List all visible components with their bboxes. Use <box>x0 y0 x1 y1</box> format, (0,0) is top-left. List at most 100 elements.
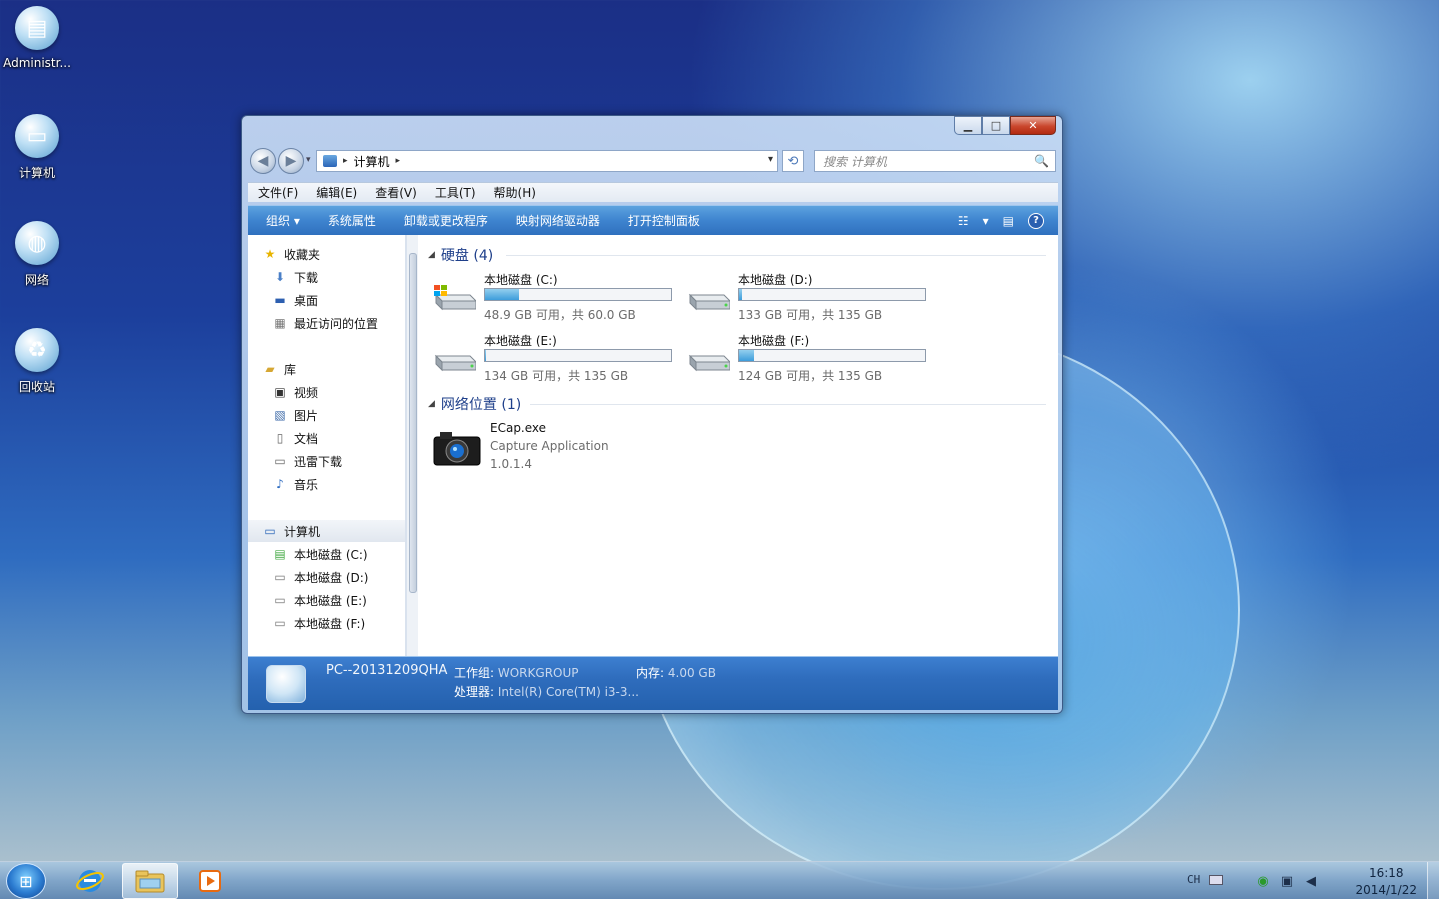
caption-buttons: ▁ □ ✕ <box>954 116 1056 135</box>
taskbar-internet-explorer[interactable] <box>62 863 118 899</box>
sidebar-scrollbar[interactable] <box>406 235 418 656</box>
open-control-panel-button[interactable]: 打开控制面板 <box>628 212 700 229</box>
navigation-pane: ★ 收藏夹 ⬇ 下载 ▬ 桌面 ▦ 最近访问的位置 ▰ 库 ▣ 视频 ▧ 图片 … <box>248 235 406 656</box>
explorer-window[interactable]: ▁ □ ✕ ◀ ▶ ▾ ▸ 计算机 ▸ ▾ ⟲ 搜索 计算机 🔍 文件(F) 编… <box>241 115 1063 714</box>
maximize-button[interactable]: □ <box>982 116 1010 135</box>
collapse-triangle-icon[interactable]: ◢ <box>428 250 435 260</box>
organize-button[interactable]: 组织 ▾ <box>266 212 300 229</box>
show-desktop-button[interactable] <box>1427 862 1439 899</box>
sidebar-item-drive-c[interactable]: ▤ 本地磁盘 (C:) <box>272 543 405 565</box>
menu-edit[interactable]: 编辑(E) <box>306 184 365 201</box>
sidebar-item-documents[interactable]: ▯ 文档 <box>272 427 405 449</box>
system-tray: CH ◉ ▣ ◀ 16:18 2014/1/22 <box>1179 862 1439 899</box>
collapse-triangle-icon[interactable]: ◢ <box>428 399 435 409</box>
back-button[interactable]: ◀ <box>250 148 276 174</box>
sidebar-item-drive-f[interactable]: ▭ 本地磁盘 (F:) <box>272 612 405 634</box>
search-icon[interactable]: 🔍 <box>1034 154 1049 168</box>
close-button[interactable]: ✕ <box>1010 116 1056 135</box>
recent-pages-dropdown[interactable]: ▾ <box>306 155 311 165</box>
system-properties-button[interactable]: 系统属性 <box>328 212 376 229</box>
network-item-ecap[interactable]: ECap.exe Capture Application 1.0.1.4 <box>432 421 692 481</box>
preview-pane-icon[interactable]: ▤ <box>1003 214 1014 228</box>
security-icon[interactable]: ◉ <box>1255 873 1271 889</box>
start-button[interactable]: ⊞ <box>6 863 46 899</box>
sidebar-item-desktop[interactable]: ▬ 桌面 <box>272 289 405 311</box>
help-icon[interactable]: ? <box>1028 212 1044 229</box>
hard-drive-icon <box>434 354 476 372</box>
hard-drive-icon: ▭ <box>274 616 286 630</box>
menu-file[interactable]: 文件(F) <box>248 184 306 201</box>
download-folder-icon: ⬇ <box>274 270 286 284</box>
sidebar-item-recent[interactable]: ▦ 最近访问的位置 <box>272 312 405 334</box>
uninstall-program-button[interactable]: 卸载或更改程序 <box>404 212 488 229</box>
network-item-description: Capture Application <box>490 439 609 453</box>
change-view-icon[interactable]: ☷ <box>958 214 969 228</box>
refresh-button[interactable]: ⟲ <box>782 150 804 172</box>
sidebar-libraries[interactable]: ▰ 库 <box>262 358 405 380</box>
address-dropdown-icon[interactable]: ▾ <box>768 154 773 165</box>
breadcrumb-separator[interactable]: ▸ <box>396 156 401 166</box>
sidebar-item-drive-d[interactable]: ▭ 本地磁盘 (D:) <box>272 566 405 588</box>
drive-name: 本地磁盘 (D:) <box>738 273 813 287</box>
music-icon: ♪ <box>276 477 284 491</box>
memory-info: 内存: 4.00 GB <box>636 664 716 681</box>
sidebar-computer[interactable]: ▭ 计算机 <box>248 520 405 542</box>
taskbar-media-player[interactable] <box>182 863 238 899</box>
drive-usage-bar <box>738 288 926 301</box>
sidebar-item-label: 库 <box>284 362 297 377</box>
clock[interactable]: 16:18 2014/1/22 <box>1355 865 1417 899</box>
recent-places-icon: ▦ <box>274 316 286 330</box>
network-tray-icon[interactable]: ▣ <box>1279 873 1295 889</box>
processor-value: Intel(R) Core(TM) i3-3... <box>497 685 639 699</box>
scrollbar-thumb[interactable] <box>409 253 417 593</box>
view-options-dropdown-icon[interactable]: ▾ <box>983 214 989 228</box>
hard-drive-icon <box>688 293 730 311</box>
section-title: 硬盘 (4) <box>440 248 494 264</box>
sidebar-item-music[interactable]: ♪ 音乐 <box>272 473 405 495</box>
folder-icon: ▭ <box>274 454 286 468</box>
menu-help[interactable]: 帮助(H) <box>484 184 544 201</box>
details-pane: PC--20131209QHA 工作组: WORKGROUP 内存: 4.00 … <box>248 656 1058 710</box>
forward-button[interactable]: ▶ <box>278 148 304 174</box>
sidebar-item-label: 迅雷下载 <box>294 454 343 469</box>
desktop-icon-network[interactable]: ◍ 网络 <box>0 221 74 288</box>
drive-tile-c[interactable]: 本地磁盘 (C:) 48.9 GB 可用，共 60.0 GB <box>432 271 682 327</box>
workgroup-info: 工作组: WORKGROUP <box>454 664 579 681</box>
keyboard-icon[interactable] <box>1209 875 1223 885</box>
desktop-icon-administrator[interactable]: ▤ Administr... <box>0 6 74 70</box>
desktop-icon-label: 计算机 <box>18 166 55 180</box>
search-input[interactable]: 搜索 计算机 🔍 <box>814 150 1056 172</box>
address-bar[interactable]: ▸ 计算机 ▸ ▾ <box>316 150 778 172</box>
drive-tile-e[interactable]: 本地磁盘 (E:) 134 GB 可用，共 135 GB <box>432 332 682 388</box>
sidebar-item-label: 计算机 <box>284 524 321 539</box>
section-header-hard-disks[interactable]: ◢ 硬盘 (4) <box>428 245 493 265</box>
breadcrumb-computer[interactable]: 计算机 <box>354 153 390 170</box>
section-title: 网络位置 (1) <box>440 397 522 413</box>
drive-tile-d[interactable]: 本地磁盘 (D:) 133 GB 可用，共 135 GB <box>686 271 936 327</box>
sidebar-item-thunder-downloads[interactable]: ▭ 迅雷下载 <box>272 450 405 472</box>
drive-usage-bar <box>484 288 672 301</box>
drive-free-space: 48.9 GB 可用，共 60.0 GB <box>484 308 636 322</box>
menu-view[interactable]: 查看(V) <box>365 184 425 201</box>
drive-tile-f[interactable]: 本地磁盘 (F:) 124 GB 可用，共 135 GB <box>686 332 936 388</box>
menu-tools[interactable]: 工具(T) <box>425 184 484 201</box>
map-network-drive-button[interactable]: 映射网络驱动器 <box>516 212 600 229</box>
breadcrumb-separator[interactable]: ▸ <box>343 156 348 166</box>
minimize-button[interactable]: ▁ <box>954 116 982 135</box>
sidebar-item-downloads[interactable]: ⬇ 下载 <box>272 266 405 288</box>
section-divider <box>530 404 1046 405</box>
desktop-icon-label: 网络 <box>24 273 49 287</box>
sidebar-item-pictures[interactable]: ▧ 图片 <box>272 404 405 426</box>
taskbar-windows-explorer[interactable] <box>122 863 178 899</box>
sidebar-item-drive-e[interactable]: ▭ 本地磁盘 (E:) <box>272 589 405 611</box>
sidebar-item-videos[interactable]: ▣ 视频 <box>272 381 405 403</box>
menu-bar: 文件(F) 编辑(E) 查看(V) 工具(T) 帮助(H) <box>248 182 1058 202</box>
desktop-icon-recycle-bin[interactable]: ♻ 回收站 <box>0 328 74 395</box>
sidebar-item-label: 本地磁盘 (D:) <box>294 570 369 585</box>
sidebar-favorites[interactable]: ★ 收藏夹 <box>262 243 405 265</box>
desktop-icon-computer[interactable]: ▭ 计算机 <box>0 114 74 181</box>
clock-time: 16:18 <box>1368 866 1404 880</box>
section-header-network-locations[interactable]: ◢ 网络位置 (1) <box>428 394 521 414</box>
input-language-indicator[interactable]: CH <box>1187 873 1200 886</box>
volume-icon[interactable]: ◀ <box>1303 873 1319 889</box>
